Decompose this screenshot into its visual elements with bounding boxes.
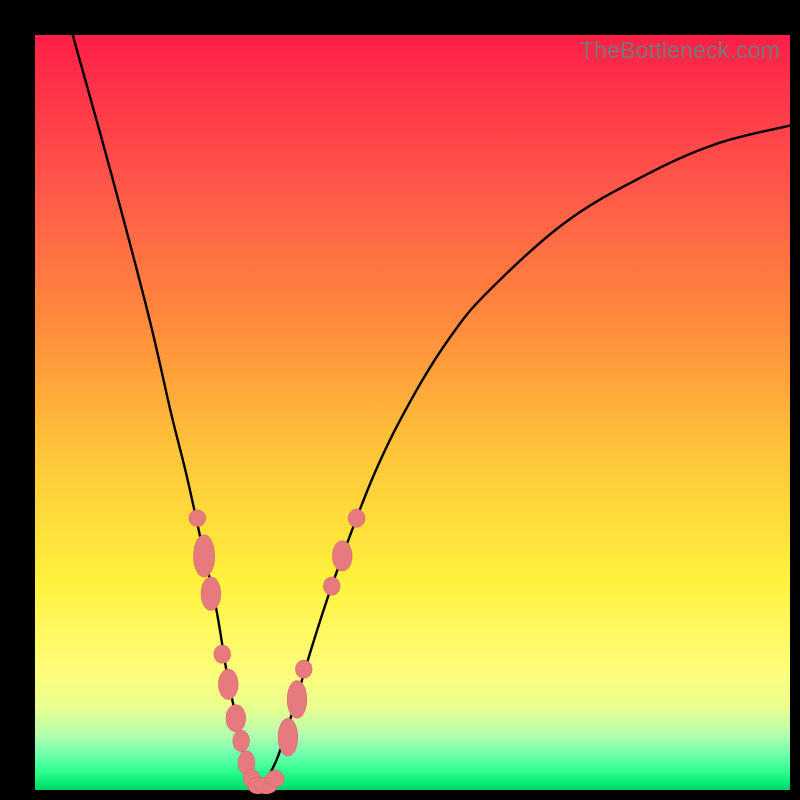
curve-marker <box>194 535 215 577</box>
curve-marker <box>226 705 246 732</box>
curve-markers <box>189 509 365 794</box>
curve-marker <box>233 730 250 751</box>
curve-svg <box>35 35 790 790</box>
plot-area: TheBottleneck.com <box>35 35 790 790</box>
curve-marker <box>189 510 206 527</box>
curve-marker <box>214 645 231 663</box>
curve-marker <box>295 660 312 678</box>
curve-marker <box>201 577 221 610</box>
curve-marker <box>278 718 298 756</box>
curve-marker <box>323 577 340 595</box>
chart-frame: TheBottleneck.com <box>0 0 800 800</box>
curve-marker <box>332 541 352 571</box>
curve-marker <box>348 509 365 527</box>
bottleneck-curve <box>73 35 790 789</box>
curve-marker <box>218 669 238 699</box>
curve-marker <box>287 681 307 719</box>
curve-marker <box>266 770 284 787</box>
